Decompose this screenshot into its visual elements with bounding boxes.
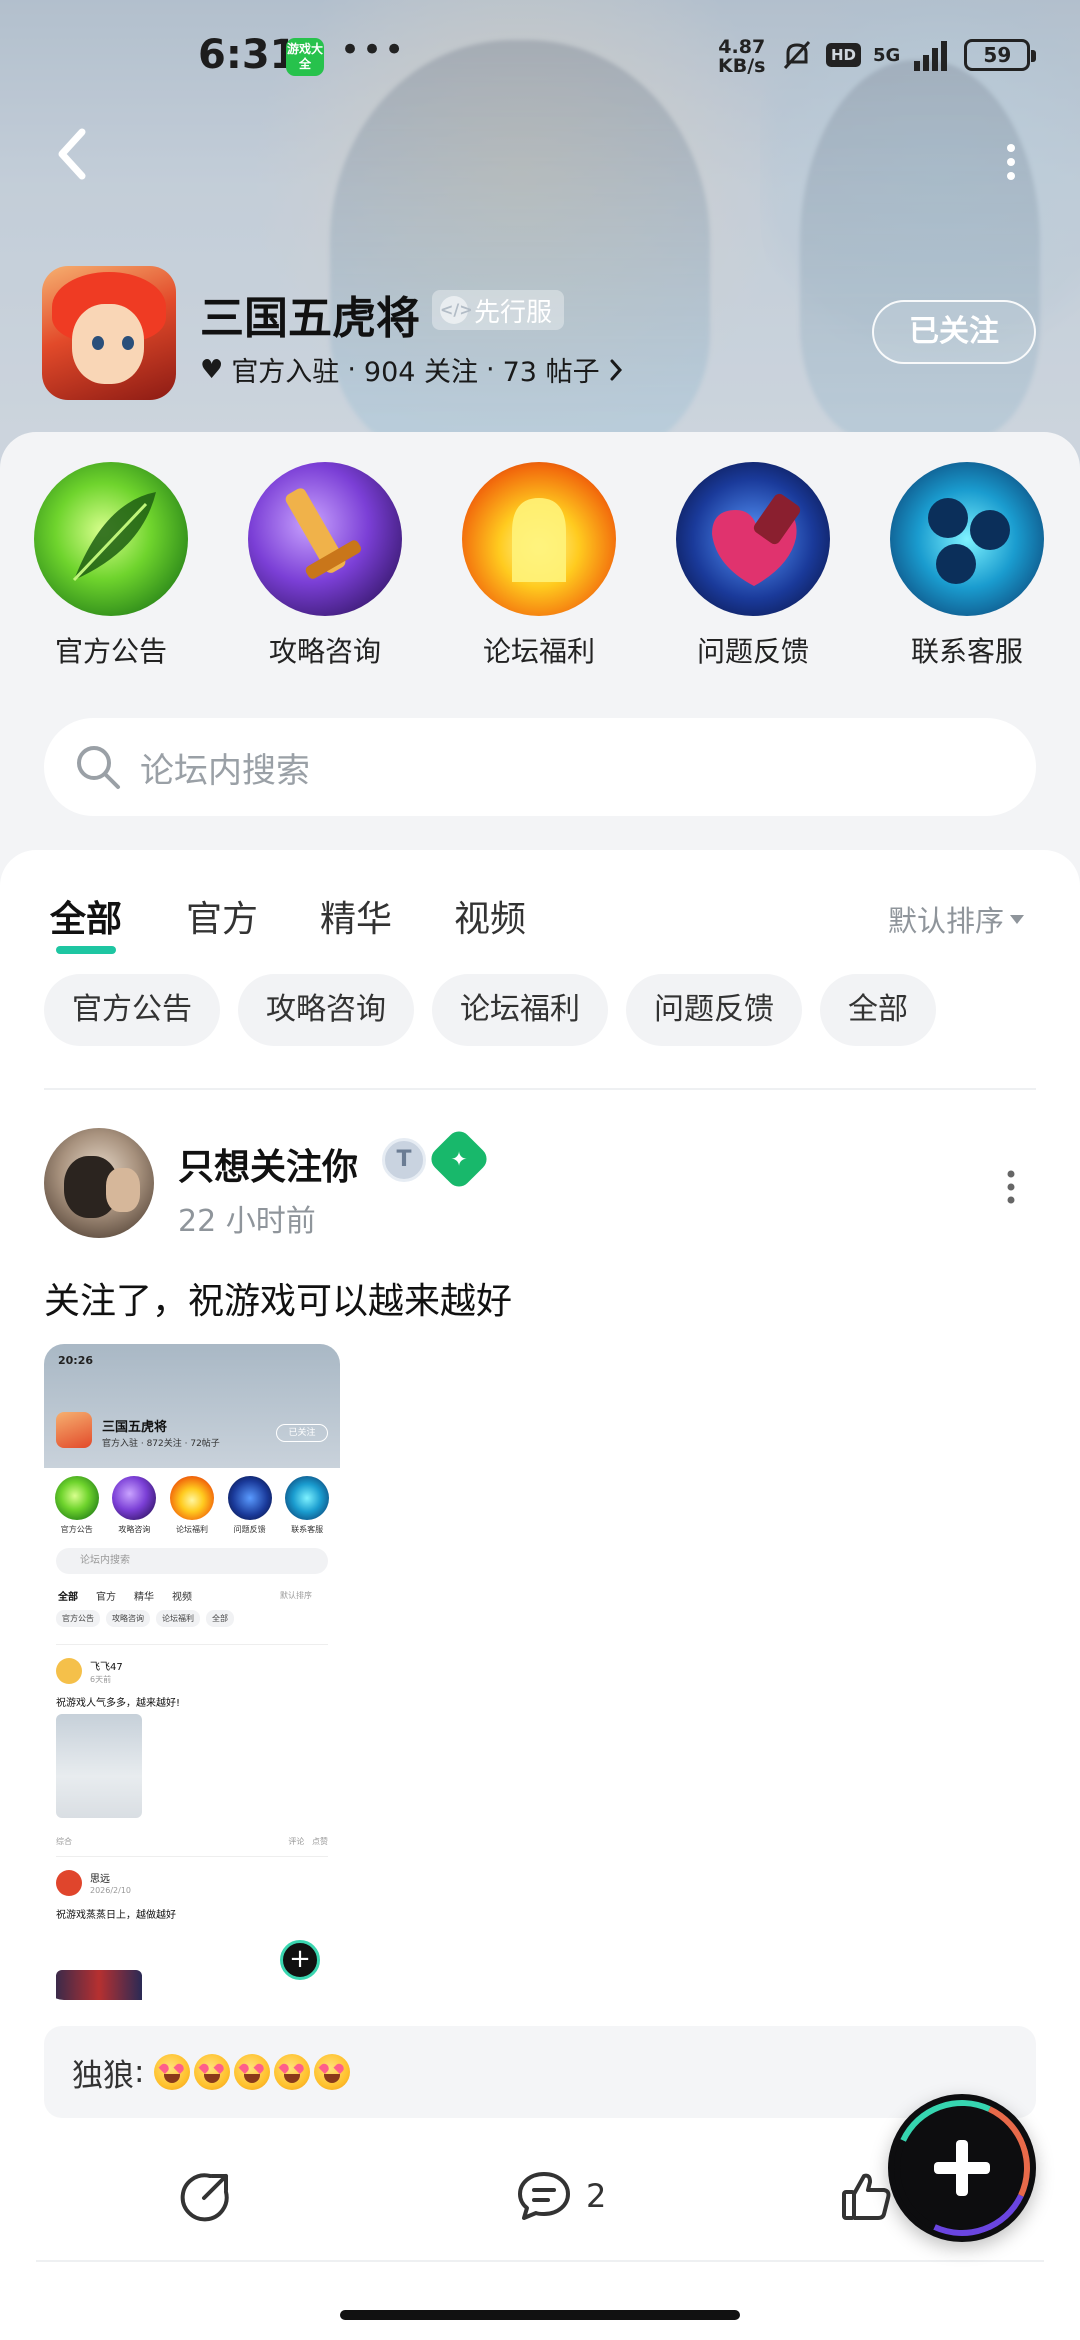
divider [36, 2260, 1044, 2262]
quick-entry-official-notice[interactable]: 官方公告 [4, 462, 218, 670]
comment-icon [518, 2172, 570, 2220]
fire-icon [462, 462, 616, 616]
network-speed: 4.87 KB/s [718, 36, 766, 77]
more-notifications-icon: ••• [340, 30, 407, 70]
hd-voice-icon: HD [826, 43, 862, 67]
feed-tabs: 全部 官方 精华 视频 默认排序 [0, 880, 1080, 960]
chip-guide[interactable]: 攻略咨询 [238, 974, 414, 1046]
comment-username: 独狼 [72, 2057, 134, 2094]
chip-feedback[interactable]: 问题反馈 [626, 974, 802, 1046]
chip-all[interactable]: 全部 [820, 974, 936, 1046]
more-options-icon[interactable] [996, 130, 1026, 190]
followed-button[interactable]: 已关注 [872, 300, 1036, 364]
game-center-app-icon: 游戏大全 [286, 38, 324, 76]
avatar[interactable] [44, 1128, 154, 1238]
heart-eyes-emoji-icon [314, 2054, 351, 2090]
quick-entry-support[interactable]: 联系客服 [860, 462, 1074, 670]
tab-official[interactable]: 官方 [186, 890, 258, 942]
game-icon[interactable] [42, 266, 176, 400]
status-bar: 6:31 游戏大全 ••• 4.87 KB/s HD 5G 59 [0, 0, 1080, 110]
orbs-icon [890, 462, 1044, 616]
back-arrow-icon[interactable] [50, 124, 98, 184]
tab-all[interactable]: 全部 [50, 890, 122, 954]
code-icon: </> [440, 296, 473, 324]
post-more-icon[interactable] [996, 1162, 1026, 1212]
search-placeholder: 论坛内搜索 [140, 750, 310, 791]
follow-count: 904 关注 [363, 357, 479, 388]
battery-icon: 59 [964, 39, 1037, 71]
post-time: 22 小时前 [178, 1204, 316, 1239]
chip-welfare[interactable]: 论坛福利 [432, 974, 608, 1046]
game-title: 三国五虎将 [200, 293, 420, 344]
post-username[interactable]: 只想关注你 [178, 1138, 358, 1190]
comment-preview[interactable]: 独狼 : [44, 2026, 1036, 2118]
share-icon [180, 2173, 229, 2222]
share-button[interactable] [180, 2170, 232, 2222]
pre-release-badge: </> 先行服 [432, 290, 565, 330]
signal-icon [914, 41, 948, 71]
mute-bell-icon [783, 40, 811, 70]
search-icon [77, 746, 120, 789]
official-label: 官方入驻 [231, 357, 340, 388]
like-button[interactable] [840, 2170, 894, 2222]
post-content[interactable]: 关注了，祝游戏可以越来越好 [44, 1272, 512, 1324]
network-type: 5G [873, 44, 901, 66]
post-image[interactable]: 20:26 三国五虎将 官方入驻 · 872关注 · 72帖子 已关注 官方公告… [44, 1344, 340, 2000]
create-post-button[interactable] [874, 2080, 1050, 2256]
heart-eyes-emoji-icon [274, 2054, 311, 2090]
thumbs-up-icon [842, 2173, 891, 2220]
quick-entry-guide[interactable]: 攻略咨询 [218, 462, 432, 670]
post-count: 73 帖子 [502, 357, 600, 388]
diamond-heart-icon: ♥ [200, 354, 224, 385]
leaf-icon [34, 462, 188, 616]
heart-shield-icon [676, 462, 830, 616]
heart-eyes-emoji-icon [234, 2054, 271, 2090]
quick-entry-welfare[interactable]: 论坛福利 [432, 462, 646, 670]
comment-button[interactable]: 2 [516, 2170, 606, 2222]
tab-featured[interactable]: 精华 [320, 890, 392, 942]
quick-entry-feedback[interactable]: 问题反馈 [646, 462, 860, 670]
category-chips: 官方公告 攻略咨询 论坛福利 问题反馈 全部 [44, 974, 936, 1046]
caret-down-icon [1010, 914, 1025, 924]
divider [44, 1088, 1036, 1090]
quick-entries: 官方公告 攻略咨询 论坛福利 问题反馈 联系客服 [0, 462, 1080, 670]
home-indicator[interactable] [340, 2310, 740, 2320]
chip-official-notice[interactable]: 官方公告 [44, 974, 220, 1046]
heart-eyes-emoji-icon [154, 2054, 191, 2090]
status-time: 6:31 [198, 32, 298, 78]
tab-video[interactable]: 视频 [454, 890, 526, 942]
forum-search-input[interactable]: 论坛内搜索 [44, 718, 1036, 816]
sort-dropdown[interactable]: 默认排序 [888, 898, 1025, 940]
gamer-badge-icon: ✦ [426, 1126, 492, 1192]
comment-emojis [154, 2054, 351, 2090]
game-meta[interactable]: ♥ 官方入驻 · 904 关注 · 73 帖子 [200, 350, 624, 389]
user-level-badge-icon: T [382, 1138, 426, 1182]
comment-count: 2 [586, 2177, 607, 2215]
heart-eyes-emoji-icon [194, 2054, 231, 2090]
chevron-right-icon [610, 359, 622, 380]
sword-icon [248, 462, 402, 616]
